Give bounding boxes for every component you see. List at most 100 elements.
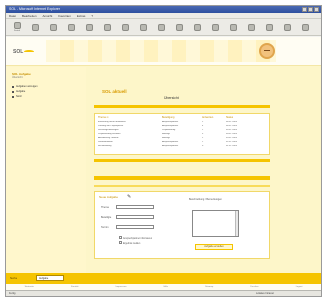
result-checkbox-row[interactable]: Ergebnis melden (119, 241, 140, 245)
footer-link[interactable]: Sitemap (205, 286, 213, 288)
footer-link[interactable]: Drucken (250, 286, 258, 288)
footer-link[interactable]: Startseite (25, 286, 34, 288)
cell-replies: 3 (202, 133, 204, 135)
main-content: SOL aktuell Übersicht Thema ⊙ Beteiligun… (94, 67, 270, 284)
minimize-button[interactable] (302, 7, 307, 12)
tools-icon (283, 23, 291, 31)
toolbar-print-button[interactable] (171, 23, 187, 31)
cell-participation: Ansprechpartner (162, 121, 179, 123)
toolbar-mail-button[interactable] (153, 23, 169, 31)
footer-link[interactable]: Impressum (116, 286, 127, 288)
sidebar-item-label: Aufgaben anzeigen (16, 85, 38, 88)
menu-item[interactable]: ? (91, 13, 93, 18)
table-row[interactable]: Rückmeldung Ansprechpartner 0 01.07.2003 (95, 144, 269, 148)
participants-input[interactable] (116, 215, 154, 219)
footer-link[interactable]: Logout (296, 286, 303, 288)
menu-item[interactable]: Extras (77, 13, 86, 18)
favorites-icon (121, 23, 129, 31)
footer-link[interactable]: Hilfe (164, 286, 168, 288)
toolbar-stop-button[interactable] (45, 23, 61, 31)
table-header-participation[interactable]: Beteiligung (162, 116, 202, 119)
sidebar-item-label: Notiz (16, 95, 22, 98)
toolbar-edit-button[interactable] (189, 23, 205, 31)
toolbar-refresh-button[interactable] (63, 23, 79, 31)
menu-item[interactable]: Favoriten (58, 13, 71, 18)
help-icon (301, 23, 309, 31)
mascot-avatar-icon (259, 43, 275, 59)
menu-item[interactable]: Datei (9, 13, 16, 18)
toolbar-home-button[interactable] (81, 23, 97, 31)
section-divider (94, 176, 270, 180)
toolbar-media-button[interactable] (261, 23, 277, 31)
section-divider (94, 185, 270, 187)
cell-topic[interactable]: Abstimmung Termine (98, 137, 162, 139)
sort-icon[interactable]: ⊙ (106, 116, 108, 119)
toolbar-tools-button[interactable] (279, 23, 295, 31)
cell-participation: Beteiligt (162, 137, 170, 139)
result-checkbox[interactable] (119, 241, 122, 244)
toolbar-search-button[interactable] (99, 23, 115, 31)
footer-link[interactable]: Kontakt (71, 286, 78, 288)
cell-topic[interactable]: Planung der Projektphase (98, 125, 162, 127)
refresh-icon (67, 23, 75, 31)
cell-date: 05.07.2003 (226, 129, 237, 131)
cell-topic[interactable]: Einführung neuer Mitarbeiter (98, 121, 162, 123)
table-header-replies[interactable]: Antworten (202, 116, 226, 119)
cell-topic[interactable]: Schulungsunterlagen (98, 129, 162, 131)
history-icon (139, 23, 147, 31)
cell-participation: Beteiligt (162, 133, 170, 135)
search-icon (103, 23, 111, 31)
discuss-icon (211, 23, 219, 31)
notify-checkbox-row[interactable]: Ansprechpartner informieren (119, 236, 152, 240)
cell-topic[interactable]: Dokumentation (98, 141, 162, 143)
messenger-icon (229, 23, 237, 31)
site-logo[interactable]: SOL (13, 49, 23, 55)
security-zone: Lokales Intranet (256, 292, 274, 295)
bullet-icon (12, 85, 14, 88)
description-textarea[interactable] (192, 210, 239, 237)
forward-icon (31, 23, 39, 31)
toolbar-research-button[interactable] (243, 23, 259, 31)
cell-date: 03.07.2003 (226, 137, 237, 139)
toolbar-favorites-button[interactable] (117, 23, 133, 31)
status-bar: Fertig Lokales Intranet (6, 290, 321, 296)
header-decoration (46, 40, 276, 62)
table-header-status[interactable]: Status (226, 116, 262, 119)
create-task-button[interactable]: Aufgabe erstellen (195, 244, 233, 250)
window-controls (302, 7, 319, 12)
cell-date: 06.07.2003 (226, 121, 237, 123)
cell-date: 01.07.2003 (226, 145, 237, 147)
menu-item[interactable]: Bearbeiten (22, 13, 37, 18)
topic-input[interactable] (116, 205, 154, 209)
search-input[interactable]: Aufgabe (36, 275, 64, 281)
status-text: Fertig (9, 292, 16, 295)
sidebar-item-note[interactable]: Notiz (12, 94, 80, 99)
menu-item[interactable]: Ansicht (43, 13, 53, 18)
site-header: SOL (6, 37, 321, 66)
mail-icon (157, 23, 165, 31)
pencil-icon: ✎ (127, 194, 132, 200)
toolbar-discuss-button[interactable] (207, 23, 223, 31)
cell-topic[interactable]: Projektauftrag erstellen (98, 133, 162, 135)
cell-replies: 1 (202, 129, 204, 131)
table-header-topic: Thema ⊙ (98, 115, 109, 119)
home-icon (85, 23, 93, 31)
date-input[interactable] (116, 225, 154, 229)
section-divider (94, 105, 270, 108)
close-button[interactable] (314, 7, 319, 12)
window-title: SOL - Microsoft Internet Explorer (9, 7, 61, 11)
toolbar-messenger-button[interactable] (225, 23, 241, 31)
sidebar-subtitle: Übersicht (12, 76, 23, 79)
toolbar-forward-button[interactable] (27, 23, 43, 31)
textarea-scrollbar[interactable] (235, 211, 238, 236)
maximize-button[interactable] (308, 7, 313, 12)
field-label: Termin (101, 226, 109, 229)
cell-topic[interactable]: Rückmeldung (98, 145, 162, 147)
table-body: Einführung neuer Mitarbeiter Ansprechpart… (95, 120, 269, 148)
toolbar-back-button[interactable]: Zurück (9, 22, 25, 32)
notify-checkbox[interactable] (119, 236, 122, 239)
toolbar-help-button[interactable] (297, 23, 313, 31)
sidebar-item-label: Aufgabe (16, 90, 26, 93)
edit-icon (193, 23, 201, 31)
toolbar-history-button[interactable] (135, 23, 151, 31)
